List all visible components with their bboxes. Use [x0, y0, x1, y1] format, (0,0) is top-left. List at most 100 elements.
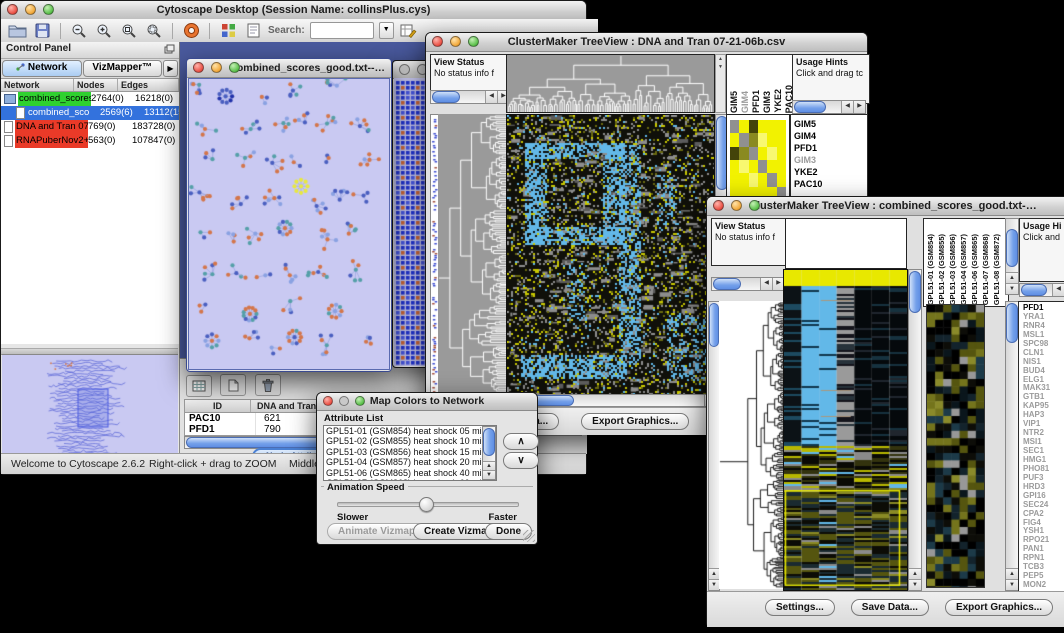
- network-table-row[interactable]: RNAPuberNov2+ 563(0) 107847(0): [1, 134, 179, 148]
- gene-list-item[interactable]: NIS1: [1023, 357, 1064, 366]
- scroll-down-icon[interactable]: ▼: [709, 579, 719, 590]
- zoom-fit-icon[interactable]: [144, 22, 164, 40]
- close-button[interactable]: [193, 62, 204, 73]
- gene-list-item[interactable]: MAK31: [1023, 383, 1064, 392]
- treeview-button[interactable]: Settings...: [765, 599, 835, 616]
- column-header-network[interactable]: Network: [1, 79, 74, 91]
- move-down-button[interactable]: ∨: [503, 452, 539, 469]
- close-button[interactable]: [399, 64, 410, 75]
- zoom-selected-icon[interactable]: [119, 22, 139, 40]
- resize-grip[interactable]: [523, 530, 535, 542]
- treeview1-titlebar[interactable]: ClusterMaker TreeView : DNA and Tran 07-…: [426, 33, 867, 52]
- gene-list-item[interactable]: PEP5: [1023, 571, 1064, 580]
- network-window-titlebar[interactable]: combined_scores_good.txt--cluste...: [187, 59, 391, 78]
- scroll-left-icon[interactable]: ◀: [760, 278, 772, 290]
- network-table-row[interactable]: combined_scores 2764(0) 16218(0): [1, 92, 179, 106]
- close-button[interactable]: [323, 396, 333, 406]
- move-up-button[interactable]: ∧: [503, 433, 539, 450]
- row-dendrogram-canvas[interactable]: [719, 301, 785, 589]
- gene-list-item[interactable]: CLN1: [1023, 348, 1064, 357]
- attribute-browser-icon[interactable]: [399, 22, 419, 40]
- column-header-id[interactable]: ID: [185, 400, 251, 412]
- usage-hints-hscrollbar[interactable]: ◀ ▶: [1019, 283, 1064, 297]
- attribute-list-item[interactable]: GPL51-06 (GSM865) heat shock 40 min: [324, 468, 484, 478]
- minimize-button[interactable]: [25, 4, 36, 15]
- gene-list-item[interactable]: SEC24: [1023, 500, 1064, 509]
- gene-list-item[interactable]: GIM4: [794, 130, 867, 142]
- treeview-button[interactable]: Save Data...: [851, 599, 929, 616]
- network-table-row[interactable]: combined_sco 2569(6) 13112(15): [1, 106, 179, 120]
- scroll-left-icon[interactable]: ◀: [485, 91, 497, 103]
- scroll-right-icon[interactable]: ▶: [853, 101, 865, 113]
- correlation-matrix[interactable]: [730, 120, 786, 200]
- gene-list-item[interactable]: KAP95: [1023, 401, 1064, 410]
- main-window-titlebar[interactable]: Cytoscape Desktop (Session Name: collins…: [1, 1, 586, 20]
- view-status-hscrollbar[interactable]: ◀ ▶: [711, 277, 785, 291]
- scroll-down-icon[interactable]: ▼: [1006, 283, 1018, 294]
- network-overview-canvas[interactable]: [2, 354, 178, 461]
- tab-vizmapper[interactable]: VizMapper™: [83, 60, 163, 77]
- gene-list-item[interactable]: YKE2: [794, 166, 867, 178]
- gene-list-item[interactable]: MSI1: [1023, 437, 1064, 446]
- annotation-icon[interactable]: [243, 22, 263, 40]
- view-status-hscrollbar[interactable]: ◀ ▶: [430, 90, 510, 104]
- vizmapper-grid-icon[interactable]: [218, 22, 238, 40]
- attribute-list-item[interactable]: GPL51-01 (GSM854) heat shock 05 min: [324, 426, 484, 436]
- gene-list-item[interactable]: GIM5: [794, 118, 867, 130]
- gene-list-item[interactable]: MON2: [1023, 580, 1064, 589]
- gene-list-item[interactable]: PUF3: [1023, 473, 1064, 482]
- zoom-button[interactable]: [43, 4, 54, 15]
- gene-list-item[interactable]: MSL1: [1023, 330, 1064, 339]
- scroll-left-icon[interactable]: ◀: [1052, 284, 1064, 296]
- gene-list-item[interactable]: HMG1: [1023, 455, 1064, 464]
- heatmap-vscrollbar[interactable]: ▲ ▼: [908, 269, 922, 591]
- column-dendrogram-canvas[interactable]: [506, 54, 715, 113]
- animate-vizmap-button[interactable]: Animate Vizmap: [327, 523, 426, 540]
- gene-list-item[interactable]: NTR2: [1023, 428, 1064, 437]
- treeview2-titlebar[interactable]: ClusterMaker TreeView : combined_scores_…: [707, 197, 1064, 216]
- heatmap-canvas[interactable]: [783, 269, 908, 591]
- attribute-list-item[interactable]: GPL51-04 (GSM857) heat shock 20 min: [324, 457, 484, 467]
- column-header-edges[interactable]: Edges: [118, 79, 179, 91]
- zoom-button[interactable]: [229, 62, 240, 73]
- scroll-left-icon[interactable]: ◀: [841, 101, 853, 113]
- close-button[interactable]: [713, 200, 724, 211]
- gene-list-item[interactable]: GTB1: [1023, 392, 1064, 401]
- gene-list-item[interactable]: PAN1: [1023, 544, 1064, 553]
- scroll-down-icon[interactable]: ▼: [1006, 579, 1018, 590]
- zoom-button[interactable]: [355, 396, 365, 406]
- scroll-down-icon[interactable]: ▼: [909, 579, 921, 590]
- search-input[interactable]: [310, 22, 374, 39]
- gene-list-item[interactable]: YSH1: [1023, 526, 1064, 535]
- float-panel-icon[interactable]: [164, 44, 175, 57]
- gene-list-item[interactable]: PFD1: [794, 142, 867, 154]
- zoom-vscrollbar[interactable]: ▲ ▼: [1005, 301, 1019, 591]
- attribute-list-item[interactable]: GPL51-07 (GSM868) heat shock 60 min: [324, 478, 484, 481]
- minimize-button[interactable]: [211, 62, 222, 73]
- gene-list-item[interactable]: YRA1: [1023, 312, 1064, 321]
- network-table-row[interactable]: DNA and Tran 07 769(0) 183728(0): [1, 120, 179, 134]
- help-lifering-icon[interactable]: [181, 22, 201, 40]
- gene-list-item[interactable]: PHO81: [1023, 464, 1064, 473]
- scroll-up-icon[interactable]: ▲: [483, 461, 495, 470]
- tab-network[interactable]: Network: [2, 60, 82, 77]
- minimize-button[interactable]: [450, 36, 461, 47]
- gene-list-item[interactable]: TCB3: [1023, 562, 1064, 571]
- gene-list-item[interactable]: SEC1: [1023, 446, 1064, 455]
- gene-list-item[interactable]: VIP1: [1023, 419, 1064, 428]
- gene-list-item[interactable]: GPI16: [1023, 491, 1064, 500]
- usage-hints-hscrollbar[interactable]: ◀ ▶: [792, 100, 866, 114]
- scroll-down-icon[interactable]: ▼: [483, 470, 495, 479]
- gene-list-item[interactable]: BUD4: [1023, 366, 1064, 375]
- scroll-up-icon[interactable]: ▲: [1006, 568, 1018, 579]
- heatmap-hscrollbar[interactable]: ◀ ▶: [506, 394, 729, 407]
- minimize-button[interactable]: [731, 200, 742, 211]
- network-view-canvas[interactable]: [188, 78, 390, 370]
- mini-scroll-strip[interactable]: ▲▼: [715, 54, 726, 113]
- minimize-button[interactable]: [339, 396, 349, 406]
- gene-list-item[interactable]: ELG1: [1023, 375, 1064, 384]
- attribute-list-item[interactable]: GPL51-02 (GSM855) heat shock 10 min: [324, 436, 484, 446]
- gene-list-item[interactable]: GIM3: [794, 154, 867, 166]
- close-button[interactable]: [7, 4, 18, 15]
- attribute-list-vscrollbar[interactable]: ▲ ▼: [482, 426, 496, 480]
